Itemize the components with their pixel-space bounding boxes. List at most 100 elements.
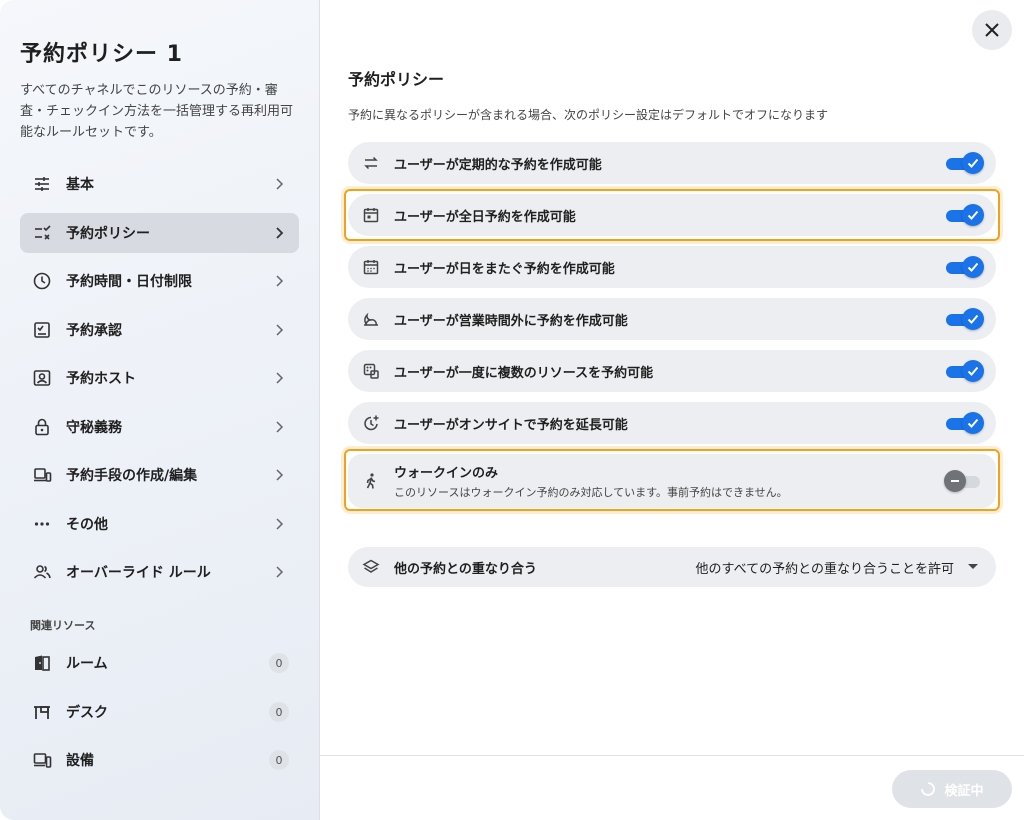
resource-label: 設備 <box>66 753 94 769</box>
sidebar-item-confidential[interactable]: 守秘義務 <box>20 407 299 447</box>
layers-icon <box>348 558 394 576</box>
chevron-right-icon <box>276 469 284 481</box>
sidebar: 予約ポリシー 1 すべてのチャネルでこのリソースの予約・審査・チェックイン方法を… <box>0 0 320 820</box>
spinner-icon <box>921 782 936 796</box>
extend-time-icon <box>348 414 394 432</box>
calendar-icon <box>348 206 394 224</box>
resource-count-badge: 0 <box>269 750 289 770</box>
chevron-right-icon <box>276 517 284 530</box>
policy-label: ユーザーが全日予約を作成可能 <box>394 209 576 225</box>
calendar-range-icon <box>348 258 394 276</box>
policy-toggle[interactable] <box>946 412 984 434</box>
policy-toggle[interactable] <box>946 256 984 278</box>
sidebar-item-booking-policy[interactable]: 予約ポリシー <box>20 212 299 253</box>
sidebar-item-other[interactable]: その他 <box>20 504 299 544</box>
clock-icon <box>20 271 64 291</box>
host-icon <box>20 368 64 388</box>
sidebar-item-override-rules[interactable]: オーバーライド ルール <box>20 552 299 592</box>
verify-button-label: 検証中 <box>944 783 984 799</box>
policy-toggle[interactable] <box>946 152 984 174</box>
equipment-icon <box>20 750 64 770</box>
desk-icon <box>20 702 64 722</box>
policy-row-extend-onsite[interactable]: ユーザーがオンサイトで予約を延長可能 <box>348 402 996 444</box>
policy-row-multi-resource[interactable]: ユーザーが一度に複数のリソースを予約可能 <box>348 350 996 392</box>
sidebar-item-host[interactable]: 予約ホスト <box>20 358 299 398</box>
overlap-label: 他の予約との重なり合う <box>394 561 537 577</box>
policy-row-walkin-only[interactable]: ウォークインのみ このリソースはウォークイン予約のみ対応しています。事前予約はで… <box>348 454 996 508</box>
lock-icon <box>20 417 64 437</box>
chevron-right-icon <box>276 420 284 433</box>
policy-label: ユーザーがオンサイトで予約を延長可能 <box>394 417 628 433</box>
policy-row-recurring[interactable]: ユーザーが定期的な予約を作成可能 <box>348 142 996 184</box>
close-button[interactable] <box>972 10 1012 50</box>
resource-rooms[interactable]: ルーム 0 <box>20 643 299 683</box>
chevron-right-icon <box>276 226 284 239</box>
minus-icon <box>951 480 959 482</box>
sidebar-item-label: その他 <box>66 516 108 533</box>
overlap-setting-row[interactable]: 他の予約との重なり合う 他のすべての予約との重なり合うことを許可 <box>348 547 996 587</box>
resource-equipment[interactable]: 設備 0 <box>20 740 299 780</box>
sidebar-item-time-limits[interactable]: 予約時間・日付制限 <box>20 261 299 301</box>
tune-icon <box>20 174 64 194</box>
check-icon <box>967 314 979 324</box>
policy-note: 予約に異なるポリシーが含まれる場合、次のポリシー設定はデフォルトでオフになります <box>348 108 829 122</box>
sidebar-nav: 基本 予約ポリシー 予約時間・日付制限 予約承認 予約ホスト 守秘義務 予約手段… <box>20 164 299 601</box>
dropdown-caret-icon[interactable] <box>968 564 978 569</box>
resource-count-badge: 0 <box>269 653 289 673</box>
check-icon <box>967 158 979 168</box>
policy-dialog: 予約ポリシー 1 すべてのチャネルでこのリソースの予約・審査・チェックイン方法を… <box>0 0 1024 820</box>
walkin-sublabel: このリソースはウォークイン予約のみ対応しています。事前予約はできません。 <box>394 486 788 499</box>
sidebar-item-label: 予約ホスト <box>66 371 136 387</box>
policy-row-after-hours[interactable]: ユーザーが営業時間外に予約を作成可能 <box>348 298 996 340</box>
chevron-right-icon <box>276 323 284 336</box>
chevron-right-icon <box>276 178 284 190</box>
repeat-icon <box>348 154 394 172</box>
sidebar-item-label: オーバーライド ルール <box>66 565 211 581</box>
sidebar-title: 予約ポリシー 1 <box>20 42 183 67</box>
check-icon <box>967 262 979 272</box>
overlap-select-value[interactable]: 他のすべての予約との重なり合うことを許可 <box>696 558 954 577</box>
walkin-label: ウォークインのみ <box>394 466 499 481</box>
sidebar-item-booking-methods[interactable]: 予約手段の作成/編集 <box>20 455 299 495</box>
chevron-right-icon <box>276 372 284 384</box>
chevron-right-icon <box>276 566 284 578</box>
check-icon <box>967 366 979 376</box>
main-panel: 予約ポリシー 予約に異なるポリシーが含まれる場合、次のポリシー設定はデフォルトで… <box>320 0 1024 820</box>
sidebar-item-label: 予約時間・日付制限 <box>66 274 192 290</box>
check-icon <box>967 418 979 428</box>
resource-label: ルーム <box>66 656 108 672</box>
sidebar-item-label: 予約手段の作成/編集 <box>66 468 198 484</box>
sidebar-item-approval[interactable]: 予約承認 <box>20 310 299 350</box>
resource-label: デスク <box>66 705 108 721</box>
sidebar-item-label: 基本 <box>66 177 94 193</box>
night-icon <box>348 310 394 328</box>
sidebar-item-label: 予約承認 <box>66 322 122 339</box>
policy-label: ユーザーが営業時間外に予約を作成可能 <box>394 313 628 329</box>
approval-icon <box>20 320 64 340</box>
policy-row-all-day[interactable]: ユーザーが全日予約を作成可能 <box>348 194 996 236</box>
verify-button[interactable]: 検証中 <box>892 770 1012 808</box>
related-resources-label: 関連リソース <box>30 619 96 632</box>
resource-desks[interactable]: デスク 0 <box>20 692 299 732</box>
chevron-right-icon <box>276 275 284 287</box>
policy-toggle[interactable] <box>946 308 984 330</box>
sidebar-item-basic[interactable]: 基本 <box>20 164 299 204</box>
multi-resource-icon <box>348 362 394 380</box>
sidebar-item-label: 予約ポリシー <box>66 225 150 242</box>
resource-count-badge: 0 <box>269 702 289 722</box>
policy-label: ユーザーが一度に複数のリソースを予約可能 <box>394 365 654 381</box>
policy-toggle[interactable] <box>946 204 984 226</box>
policy-toggle[interactable] <box>946 360 984 382</box>
walking-person-icon <box>348 472 394 490</box>
sidebar-description: すべてのチャネルでこのリソースの予約・審査・チェックイン方法を一括管理する再利用… <box>20 83 294 140</box>
footer: 検証中 <box>320 755 1024 820</box>
policy-row-multi-day[interactable]: ユーザーが日をまたぐ予約を作成可能 <box>348 246 996 288</box>
devices-icon <box>20 465 64 485</box>
close-icon <box>985 23 999 37</box>
people-icon <box>20 562 64 582</box>
walkin-toggle[interactable] <box>944 470 982 492</box>
door-icon <box>20 653 64 673</box>
policy-label: ユーザーが日をまたぐ予約を作成可能 <box>394 261 615 277</box>
policy-label: ユーザーが定期的な予約を作成可能 <box>394 157 602 173</box>
sidebar-item-label: 守秘義務 <box>66 419 122 436</box>
